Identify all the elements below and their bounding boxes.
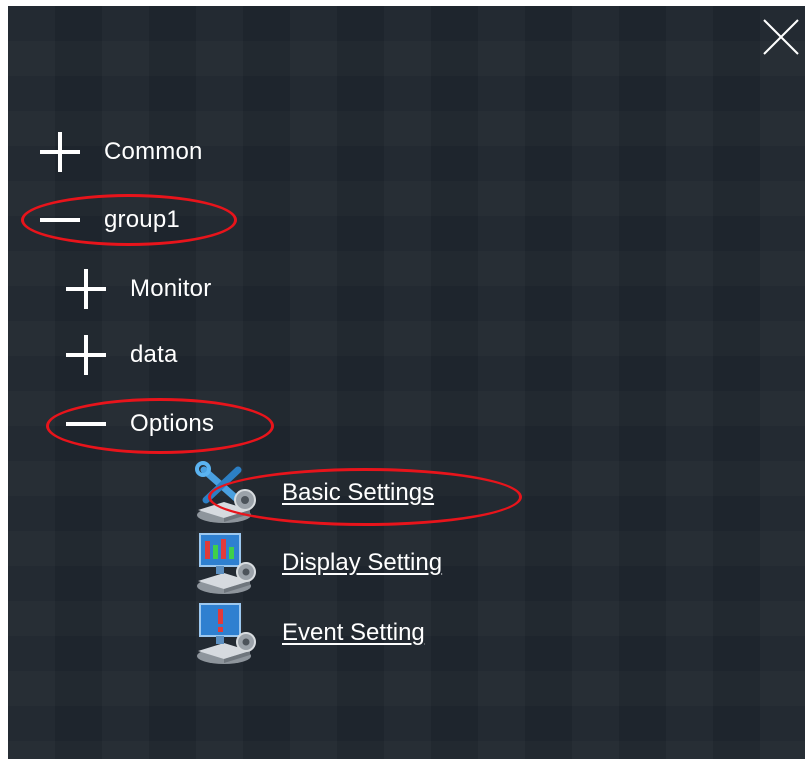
close-icon — [763, 19, 799, 55]
tree-node-monitor[interactable]: Monitor — [66, 267, 211, 311]
tree-node-label: Options — [130, 410, 215, 437]
event-setting-icon[interactable] — [194, 600, 262, 666]
minus-icon[interactable] — [40, 200, 80, 240]
plus-icon[interactable] — [66, 335, 106, 375]
basic-settings-icon[interactable] — [194, 460, 262, 526]
tree-node-label: group1 — [104, 206, 180, 233]
settings-panel: Common group1 Monitor data Options Basic… — [8, 6, 805, 759]
setting-item-display-setting: Display Setting — [194, 530, 442, 596]
setting-item-event-setting: Event Setting — [194, 600, 425, 666]
event-setting-link[interactable]: Event Setting — [282, 619, 425, 647]
plus-icon[interactable] — [66, 269, 106, 309]
plus-icon[interactable] — [40, 132, 80, 172]
minus-icon[interactable] — [66, 404, 106, 444]
display-setting-icon[interactable] — [194, 530, 262, 596]
tree-node-common[interactable]: Common — [40, 130, 203, 174]
tree-node-data[interactable]: data — [66, 333, 178, 377]
tree-node-options[interactable]: Options — [66, 402, 214, 446]
setting-item-basic-settings: Basic Settings — [194, 460, 434, 526]
tree-node-label: Monitor — [130, 275, 212, 302]
tree-node-label: Common — [104, 138, 203, 165]
tree-node-group1[interactable]: group1 — [40, 198, 180, 242]
basic-settings-link[interactable]: Basic Settings — [282, 479, 434, 507]
close-button[interactable] — [760, 16, 802, 58]
tree-node-label: data — [130, 341, 178, 368]
display-setting-link[interactable]: Display Setting — [282, 549, 442, 577]
